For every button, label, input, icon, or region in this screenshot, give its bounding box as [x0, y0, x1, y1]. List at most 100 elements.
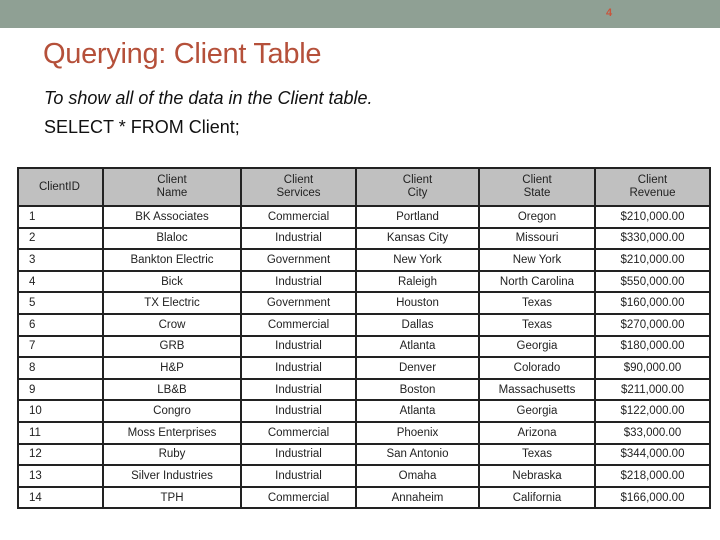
cell-client-city: Houston: [355, 291, 480, 315]
cell-client-revenue: $122,000.00: [594, 399, 711, 423]
cell-client-state: Texas: [478, 312, 596, 337]
cell-client-revenue: $166,000.00: [594, 485, 711, 510]
cell-client-id: 12: [17, 442, 104, 467]
sql-query: SELECT * FROM Client;: [44, 117, 240, 137]
column-header-line: Name: [156, 187, 188, 199]
table-row: 1 BK Associates Commercial Portland Oregon $2…: [17, 205, 711, 229]
cell-client-name: Moss Enterprises: [102, 420, 242, 445]
cell-client-name: Crow: [102, 312, 242, 337]
cell-client-revenue: $270,000.00: [594, 312, 711, 337]
cell-client-revenue: $218,000.00: [594, 464, 711, 488]
cell-client-city: Portland: [355, 205, 480, 229]
cell-client-state: Texas: [478, 291, 596, 315]
cell-client-state: Missouri: [478, 226, 596, 251]
cell-client-services: Commercial: [240, 485, 357, 510]
cell-client-city: New York: [355, 248, 480, 272]
cell-client-services: Government: [240, 248, 357, 272]
cell-client-state: Massachusetts: [478, 377, 596, 402]
column-header-line: Client: [522, 174, 552, 186]
cell-client-name: Congro: [102, 399, 242, 423]
cell-client-revenue: $33,000.00: [594, 420, 711, 445]
column-header-client-revenue: Client Revenue: [594, 167, 711, 207]
cell-client-services: Industrial: [240, 334, 357, 359]
cell-client-id: 9: [17, 377, 104, 402]
table-body: 1 BK Associates Commercial Portland Oregon $2…: [17, 205, 711, 510]
cell-client-id: 7: [17, 334, 104, 359]
cell-client-state: North Carolina: [478, 269, 596, 294]
header-row: ClientID Client Name Client Services Client Ci…: [17, 167, 711, 207]
cell-client-state: California: [478, 485, 596, 510]
cell-client-name: BK Associates: [102, 205, 242, 229]
cell-client-revenue: $550,000.00: [594, 269, 711, 294]
table-row: 8 H&P Industrial Denver Colorado $90,000.00: [17, 356, 711, 380]
cell-client-city: Raleigh: [355, 269, 480, 294]
cell-client-services: Industrial: [240, 377, 357, 402]
slide-title: Querying: Client Table: [43, 38, 322, 70]
cell-client-id: 5: [17, 291, 104, 315]
slide-top-bar: 4: [0, 0, 720, 28]
cell-client-services: Industrial: [240, 356, 357, 380]
table-row: 10 Congro Industrial Atlanta Georgia $122,000…: [17, 399, 711, 423]
table-row: 7 GRB Industrial Atlanta Georgia $180,000.00: [17, 334, 711, 359]
cell-client-services: Commercial: [240, 312, 357, 337]
column-header-client-state: Client State: [478, 167, 596, 207]
cell-client-revenue: $210,000.00: [594, 248, 711, 272]
cell-client-revenue: $160,000.00: [594, 291, 711, 315]
client-table: ClientID Client Name Client Services Client Ci…: [17, 167, 711, 510]
cell-client-city: Dallas: [355, 312, 480, 337]
cell-client-id: 13: [17, 464, 104, 488]
cell-client-state: Georgia: [478, 334, 596, 359]
column-header-line: Client: [283, 174, 314, 186]
column-header-line: Client: [157, 174, 187, 186]
cell-client-services: Industrial: [240, 399, 357, 423]
column-header-line: State: [523, 187, 551, 199]
column-header-client-id: ClientID: [17, 167, 104, 207]
cell-client-name: Ruby: [102, 442, 242, 467]
table-row: 3 Bankton Electric Government New York New Y…: [17, 248, 711, 272]
cell-client-id: 11: [17, 420, 104, 445]
cell-client-name: Silver Industries: [102, 464, 242, 488]
cell-client-revenue: $180,000.00: [594, 334, 711, 359]
cell-client-revenue: $330,000.00: [594, 226, 711, 251]
column-header-line: ClientID: [39, 180, 80, 193]
cell-client-name: Bankton Electric: [102, 248, 242, 272]
cell-client-name: LB&B: [102, 377, 242, 402]
column-header-line: Services: [276, 187, 321, 199]
column-header-line: Client: [402, 174, 433, 186]
cell-client-state: Arizona: [478, 420, 596, 445]
column-header-client-services: Client Services: [240, 167, 357, 207]
cell-client-name: Bick: [102, 269, 242, 294]
slide-number: 4: [606, 7, 613, 19]
table-row: 2 Blaloc Industrial Kansas City Missouri $330…: [17, 226, 711, 251]
cell-client-state: Georgia: [478, 399, 596, 423]
cell-client-name: GRB: [102, 334, 242, 359]
cell-client-city: Atlanta: [355, 399, 480, 423]
cell-client-city: San Antonio: [355, 442, 480, 467]
table-row: 11 Moss Enterprises Commercial Phoenix Arizo…: [17, 420, 711, 445]
cell-client-city: Annaheim: [355, 485, 480, 510]
cell-client-id: 3: [17, 248, 104, 272]
column-header-client-city: Client City: [355, 167, 480, 207]
cell-client-services: Government: [240, 291, 357, 315]
cell-client-services: Industrial: [240, 269, 357, 294]
cell-client-id: 4: [17, 269, 104, 294]
cell-client-city: Kansas City: [355, 226, 480, 251]
cell-client-city: Phoenix: [355, 420, 480, 445]
cell-client-name: TX Electric: [102, 291, 242, 315]
table-row: 4 Bick Industrial Raleigh North Carolina $550…: [17, 269, 711, 294]
cell-client-revenue: $344,000.00: [594, 442, 711, 467]
table-row: 5 TX Electric Government Houston Texas $160,0…: [17, 291, 711, 315]
cell-client-state: New York: [478, 248, 596, 272]
slide-subtitle: To show all of the data in the Client ta…: [44, 88, 373, 108]
cell-client-city: Atlanta: [355, 334, 480, 359]
table-row: 9 LB&B Industrial Boston Massachusetts $211,0…: [17, 377, 711, 402]
cell-client-services: Commercial: [240, 205, 357, 229]
cell-client-id: 10: [17, 399, 104, 423]
cell-client-id: 14: [17, 485, 104, 510]
cell-client-revenue: $90,000.00: [594, 356, 711, 380]
table-header: ClientID Client Name Client Services Client Ci…: [17, 167, 711, 207]
column-header-line: Client: [637, 174, 668, 186]
cell-client-id: 6: [17, 312, 104, 337]
column-header-line: City: [407, 187, 428, 199]
cell-client-services: Industrial: [240, 442, 357, 467]
